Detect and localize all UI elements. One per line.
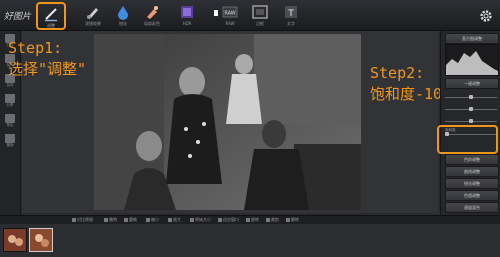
drop-icon — [118, 6, 128, 20]
export-icon — [5, 114, 15, 123]
tool-filter-button[interactable]: 滤镜效果 — [78, 2, 108, 29]
crop-icon — [266, 218, 270, 222]
sharpen-adjust-button[interactable]: 锐化调整 — [445, 178, 499, 189]
share-icon — [5, 94, 15, 103]
zoom-out-button[interactable]: 缩小 — [146, 217, 159, 223]
flip-icon — [286, 218, 290, 222]
sidebar-item-label: 分享 — [6, 103, 14, 107]
bottom-toolbar: 对比原图 撤销 重做 缩小 放大 原始大小 适应窗口 旋转 裁剪 翻转 — [0, 215, 500, 224]
tool-raw-button[interactable]: RAW RAW — [215, 2, 245, 29]
sidebar-item-label: 另存 — [6, 83, 14, 87]
tool-sharpen-button[interactable]: 锐化 — [108, 2, 138, 29]
step1-line2: 选择"调整" — [8, 60, 87, 78]
temperature-slider[interactable] — [445, 116, 497, 124]
tool-label: RAW — [225, 21, 235, 26]
tool-label: 局部彩色 — [144, 21, 160, 26]
tool-label: HDR — [182, 21, 192, 26]
hdr-icon — [181, 6, 193, 18]
crop-label: 裁剪 — [271, 217, 279, 222]
step1-annotation: Step1: 选择"调整" — [8, 38, 86, 80]
tool-text-button[interactable]: T 文字 — [276, 2, 306, 29]
thumbnail-selected[interactable] — [29, 228, 53, 252]
hue-button[interactable]: 色相调整 — [445, 190, 499, 201]
tool-hdr-button[interactable]: HDR — [172, 2, 202, 29]
tool-label: 滤镜效果 — [85, 21, 101, 26]
spray-icon — [147, 6, 158, 19]
tool-frame-button[interactable]: 边框 — [245, 2, 275, 29]
saturation-highlight-box — [437, 125, 498, 154]
rotate-label: 旋转 — [251, 217, 259, 222]
curves-button[interactable]: 曲线调整 — [445, 166, 499, 177]
redo-button[interactable]: 重做 — [124, 217, 137, 223]
actual-size-button[interactable]: 原始大小 — [190, 217, 211, 223]
tool-label: 边框 — [256, 21, 264, 26]
tool-local-color-button[interactable]: 局部彩色 — [137, 2, 167, 29]
sidebar-item-undo[interactable]: 撤销 — [1, 133, 19, 153]
zoom-out-label: 缩小 — [151, 217, 159, 222]
undo-label: 撤销 — [109, 217, 117, 222]
sidebar-item-export[interactable]: 导出 — [1, 113, 19, 133]
rotate-icon — [246, 218, 250, 222]
gear-icon[interactable] — [479, 9, 493, 23]
actual-size-label: 原始大小 — [195, 217, 211, 222]
brightness-slider[interactable] — [445, 92, 497, 100]
zoom-out-icon — [146, 218, 150, 222]
undo-button[interactable]: 撤销 — [104, 217, 117, 223]
brush-icon — [87, 8, 98, 19]
step2-line1: Step2: — [370, 64, 425, 82]
step1-line1: Step1: — [8, 39, 63, 57]
zoom-in-icon — [168, 218, 172, 222]
pen-icon — [45, 8, 57, 22]
tool-label: 调整 — [47, 23, 55, 28]
fit-window-icon — [218, 218, 222, 222]
step2-annotation: Step2: 饱和度-100 — [370, 63, 451, 105]
sidebar-item-share[interactable]: 分享 — [1, 93, 19, 113]
fit-window-button[interactable]: 适应窗口 — [218, 217, 239, 223]
filmstrip — [0, 224, 500, 257]
raw-icon: RAW — [222, 6, 238, 18]
thumbnail[interactable] — [3, 228, 27, 252]
fit-window-label: 适应窗口 — [223, 217, 239, 222]
channel-mix-button[interactable]: 通道混合 — [445, 202, 499, 213]
svg-text:T: T — [287, 9, 294, 19]
slider-knob[interactable] — [469, 119, 473, 123]
tool-label: 文字 — [287, 21, 295, 26]
flip-button[interactable]: 翻转 — [286, 217, 299, 223]
tool-adjust-button[interactable]: 调整 — [36, 2, 66, 30]
redo-label: 重做 — [129, 217, 137, 222]
histogram-adjust-button[interactable]: 直方图调整 — [445, 33, 499, 44]
zoom-in-button[interactable]: 放大 — [168, 217, 181, 223]
app-logo: 好图片 — [4, 12, 32, 22]
slider-knob[interactable] — [469, 107, 473, 111]
compare-icon — [72, 218, 76, 222]
rotate-button[interactable]: 旋转 — [246, 217, 259, 223]
frame-icon — [252, 5, 268, 19]
zoom-in-label: 放大 — [173, 217, 181, 222]
levels-button[interactable]: 色阶调整 — [445, 154, 499, 165]
text-icon: T — [285, 6, 297, 19]
compare-button[interactable]: 对比原图 — [72, 217, 93, 223]
sidebar-item-label: 撤销 — [6, 143, 14, 147]
histogram — [445, 44, 499, 76]
undo-icon — [104, 218, 108, 222]
grayscale-photo — [94, 34, 361, 210]
flip-label: 翻转 — [291, 217, 299, 222]
top-toolbar: 好图片 调整 滤镜效果 锐化 局部彩色 HDR RAW RAW 边框 T 文字 — [0, 0, 500, 31]
tool-label: 锐化 — [119, 21, 127, 26]
crop-button[interactable]: 裁剪 — [266, 217, 279, 223]
sidebar-item-label: 导出 — [6, 123, 14, 127]
slider-knob[interactable] — [469, 95, 473, 99]
adjust-panel: 直方图调整 一键调整 饱和度 色阶调整 曲线调整 锐化调整 色相调整 通道混合 — [440, 31, 500, 215]
contrast-slider[interactable] — [445, 104, 497, 112]
redo-icon — [124, 218, 128, 222]
undo-icon — [5, 134, 15, 143]
svg-text:RAW: RAW — [224, 11, 235, 17]
compare-label: 对比原图 — [77, 217, 93, 222]
actual-size-icon — [190, 218, 194, 222]
auto-adjust-button[interactable]: 一键调整 — [445, 78, 499, 89]
step2-line2: 饱和度-100 — [370, 85, 452, 103]
